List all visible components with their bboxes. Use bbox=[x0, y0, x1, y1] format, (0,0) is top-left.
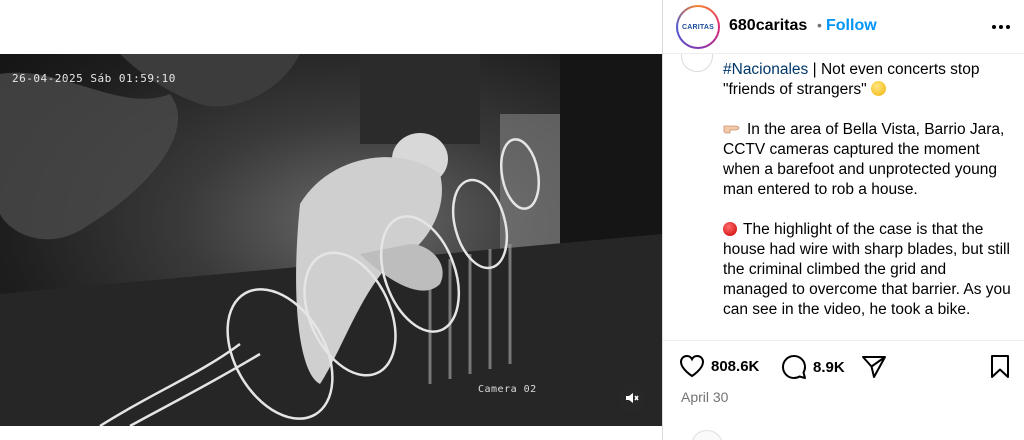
cctv-timestamp: 26-04-2025 Sáb 01:59:10 bbox=[12, 72, 176, 85]
separator-dot: • bbox=[817, 17, 822, 33]
save-button[interactable] bbox=[989, 354, 1011, 380]
pointing-right-emoji-icon bbox=[723, 125, 740, 134]
heart-icon bbox=[679, 354, 705, 378]
media-area: 26-04-2025 Sáb 01:59:10 Camera 02 bbox=[0, 0, 662, 440]
caritas-logo: CARITAS bbox=[680, 9, 716, 45]
post-header: CARITAS 680caritas • Follow bbox=[663, 0, 1024, 54]
comment-icon bbox=[782, 355, 806, 379]
red-circle-emoji-icon bbox=[723, 222, 737, 236]
more-options-button[interactable] bbox=[989, 16, 1013, 38]
caption-paragraph-3: The highlight of the case is that the ho… bbox=[723, 221, 1011, 318]
more-horizontal-icon bbox=[992, 25, 996, 29]
comment-button[interactable]: 8.9K bbox=[781, 354, 845, 380]
follow-button[interactable]: Follow bbox=[826, 17, 877, 35]
caption-paragraph-2: In the area of Bella Vista, Barrio Jara,… bbox=[723, 121, 1005, 198]
caption-area: #Nacionales | Not even concerts stop "fr… bbox=[663, 54, 1024, 340]
video-frame bbox=[0, 54, 662, 426]
post-caption: #Nacionales | Not even concerts stop "fr… bbox=[723, 60, 1015, 340]
share-button[interactable] bbox=[861, 354, 887, 380]
username-link[interactable]: 680caritas bbox=[729, 17, 807, 35]
comment-avatar bbox=[691, 430, 723, 440]
video-player[interactable]: 26-04-2025 Sáb 01:59:10 Camera 02 bbox=[0, 54, 662, 426]
comment-count[interactable]: 8.9K bbox=[813, 359, 845, 376]
caption-paragraph-1: #Nacionales | Not even concerts stop "fr… bbox=[723, 61, 980, 98]
like-button[interactable]: 808.6K bbox=[679, 354, 759, 378]
caption-avatar[interactable] bbox=[681, 54, 713, 72]
like-count[interactable]: 808.6K bbox=[711, 358, 759, 375]
divider bbox=[663, 340, 1024, 341]
grimace-emoji-icon bbox=[871, 81, 886, 96]
paper-plane-icon bbox=[862, 356, 886, 378]
post-date[interactable]: April 30 bbox=[681, 389, 728, 405]
hashtag-link[interactable]: #Nacionales bbox=[723, 61, 808, 78]
speaker-muted-icon bbox=[626, 393, 639, 403]
cctv-camera-label: Camera 02 bbox=[478, 384, 537, 395]
action-bar: 808.6K 8.9K bbox=[663, 350, 1024, 390]
avatar[interactable]: CARITAS bbox=[676, 5, 720, 49]
mute-button[interactable] bbox=[618, 384, 646, 412]
post-side-panel: CARITAS 680caritas • Follow #Nacionales … bbox=[662, 0, 1024, 440]
bookmark-icon bbox=[991, 355, 1009, 378]
